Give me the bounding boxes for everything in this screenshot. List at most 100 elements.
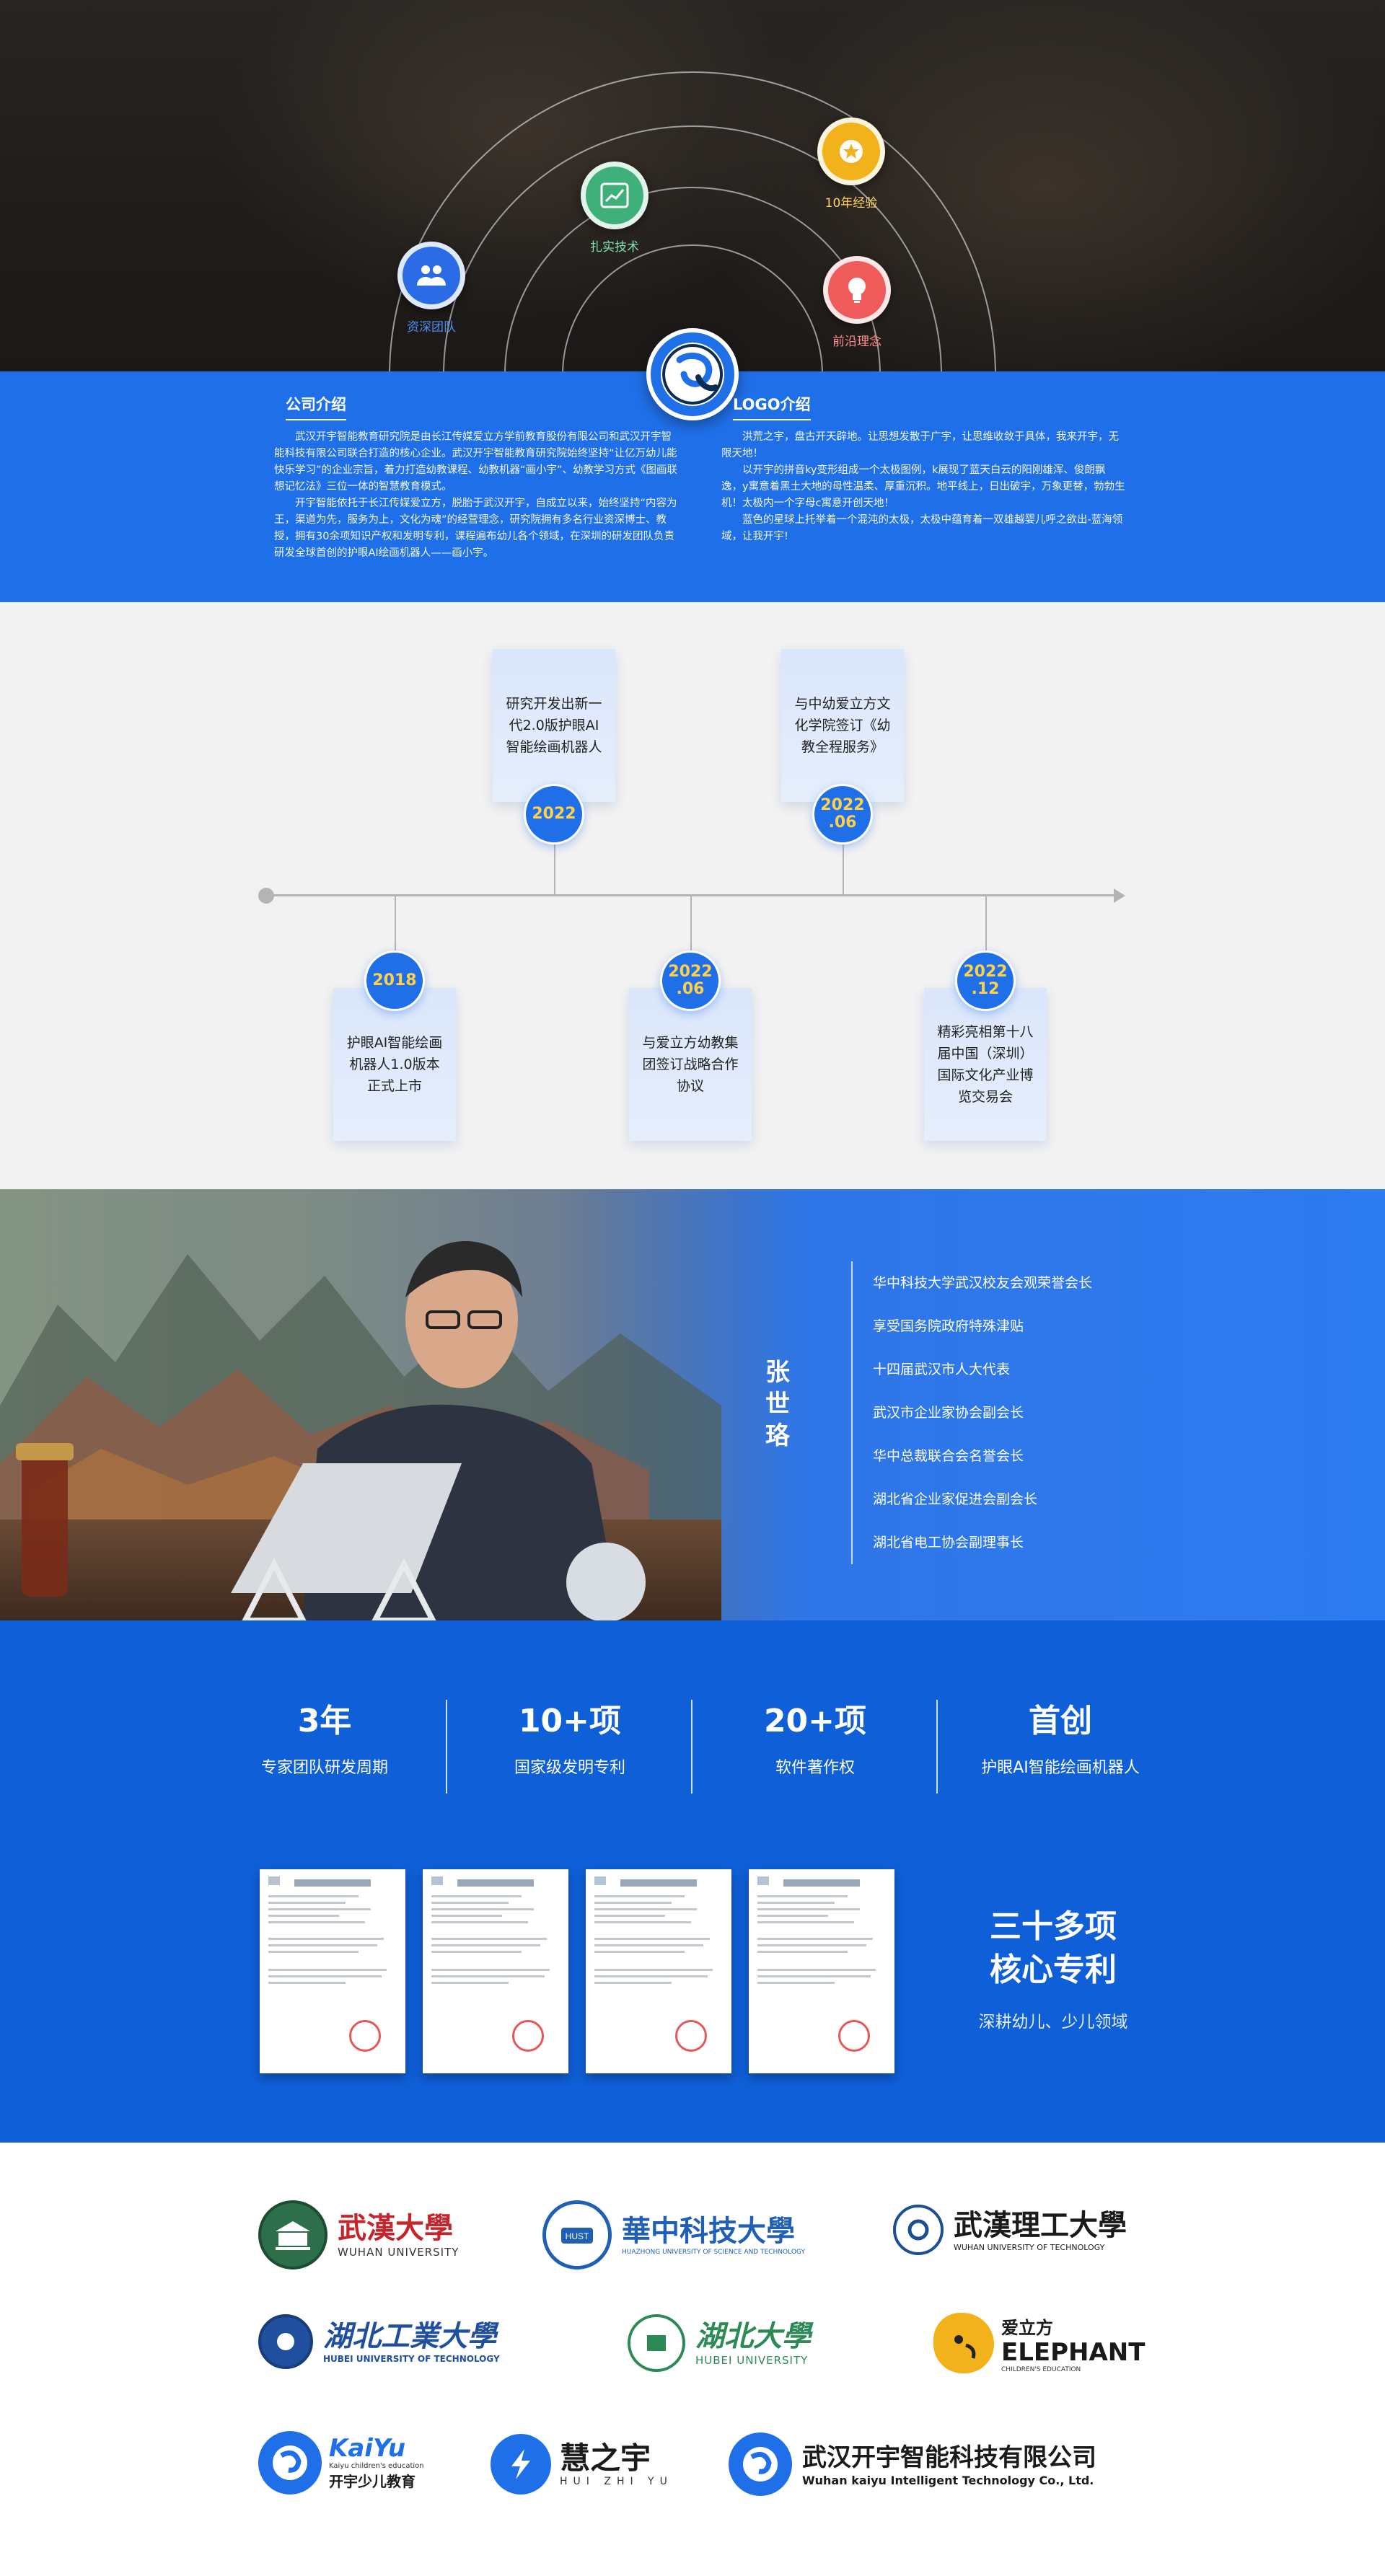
intro-section: 公司介绍 武汉开宇智能教育研究院是由长江传媒爱立方学前教育股份有限公司和武汉开宇… (0, 328, 1385, 602)
feature-team-label: 资深团队 (407, 320, 456, 335)
partner-name-en: HUAZHONG UNIVERSITY OF SCIENCE AND TECHN… (622, 2249, 805, 2256)
company-intro-title: 公司介绍 (286, 393, 346, 420)
stat-number: 10+项 (518, 1703, 622, 1739)
partner-name-en: HUBEI UNIVERSITY (695, 2354, 809, 2367)
logo-intro-p2: 以开宇的拼音ky变形组成一个太极图例，k展现了蓝天白云的阳刚雄浑、俊朗飘逸，y寓… (721, 464, 1125, 509)
logo-intro-p1: 洪荒之宇，盘古开天辟地。让思想发散于广宇，让思维收敛于具体，我来开宇，无限天地！ (721, 431, 1119, 459)
partner-name-cn: 華中科技大學 (622, 2214, 795, 2248)
timeline-arrow-icon (1114, 888, 1125, 903)
partner-logo-elephant: 爱立方 ELEPHANT CHILDREN'S EDUCATION (933, 2313, 1145, 2373)
timeline-year-suffix: .06 (676, 980, 705, 998)
founder-titles: 华中科技大学武汉校友会观荣誉会长 享受国务院政府特殊津贴 十四届武汉市人大代表 … (851, 1261, 1092, 1564)
company-intro-p2: 开宇智能依托于长江传媒爱立方，脱胎于武汉开宇，自成立以来，始终坚持“内容为王，渠… (274, 498, 677, 559)
timeline-year: 2018 (372, 971, 417, 989)
patent-headline: 三十多项 核心专利 深耕幼儿、少儿领域 (959, 1905, 1147, 2032)
stat-item: 首创 护眼AI智能绘画机器人 (938, 1693, 1183, 1794)
patent-certificate-image (586, 1869, 731, 2073)
timeline-text: 精彩亮相第十八届中国（深圳）国际文化产业博览交易会 (937, 1024, 1034, 1105)
stat-item: 20+项 软件著作权 (692, 1693, 938, 1794)
svg-text:HUST: HUST (566, 2231, 589, 2241)
whu-emblem-icon (258, 2200, 327, 2270)
partner-name-cn: KaiYu (329, 2434, 406, 2463)
stat-number: 3年 (297, 1703, 352, 1739)
timeline-text: 与爱立方幼教集团签订战略合作协议 (642, 1035, 739, 1094)
timeline-text: 研究开发出新一代2.0版护眼AI智能绘画机器人 (506, 696, 602, 755)
partner-logo-whut: 武漢理工大學 WUHAN UNIVERSITY OF TECHNOLOGY (893, 2205, 1127, 2255)
partner-name-en: WUHAN UNIVERSITY (338, 2246, 460, 2259)
partner-logo-kaiyu-edu: KaiYu Kaiyu children's education 开宇少儿教育 (258, 2431, 424, 2495)
timeline-dot-2018: 2018 (364, 950, 425, 1011)
partner-logo-whu: 武漢大學 WUHAN UNIVERSITY (258, 2200, 459, 2270)
hubu-emblem-icon (628, 2314, 685, 2372)
huizhiyu-icon (491, 2434, 551, 2495)
timeline-year-suffix: .12 (971, 980, 1000, 998)
timeline-dot-2022-06-b: 2022.06 (812, 784, 873, 844)
timeline-stem (554, 844, 555, 895)
timeline-year: 2022 (532, 805, 576, 823)
feature-team: 资深团队 (359, 242, 504, 335)
patent-subtitle: 深耕幼儿、少儿领域 (978, 2013, 1128, 2032)
partner-name-cn: 慧之宇 (560, 2440, 651, 2476)
founder-name: 张世珞 (765, 1358, 790, 1450)
founder-title-item: 华中总裁联合会名誉会长 (873, 1448, 1024, 1464)
kaiyu-tech-icon (729, 2432, 792, 2496)
timeline-card-2022: 研究开发出新一代2.0版护眼AI智能绘画机器人 (493, 649, 615, 802)
feature-experience-label: 10年经验 (825, 196, 878, 211)
stat-caption: 软件著作权 (775, 1759, 855, 1777)
red-seal-icon (512, 2020, 544, 2052)
stat-item: 3年 专家团队研发周期 (202, 1693, 447, 1794)
founder-section: 张世珞 华中科技大学武汉校友会观荣誉会长 享受国务院政府特殊津贴 十四届武汉市人… (0, 1189, 1385, 1620)
timeline-stem (395, 896, 396, 950)
partner-logo-hust: HUST 華中科技大學 HUAZHONG UNIVERSITY OF SCIEN… (542, 2200, 805, 2270)
timeline-text: 护眼AI智能绘画机器人1.0版本正式上市 (346, 1035, 443, 1094)
timeline-year: 2022 (668, 963, 713, 981)
partner-name-en2: CHILDREN'S EDUCATION (1001, 2365, 1081, 2373)
logo-intro: LOGO介绍 洪荒之宇，盘古开天辟地。让思想发散于广宇，让思维收敛于具体，我来开… (721, 393, 1125, 545)
partner-name-en: Kaiyu children's education (329, 2462, 424, 2470)
elephant-icon (933, 2313, 994, 2373)
stats-row: 3年 专家团队研发周期 10+项 国家级发明专利 20+项 软件著作权 首创 护… (202, 1693, 1183, 1794)
timeline-stem (985, 896, 987, 950)
red-seal-icon (838, 2020, 870, 2052)
partner-logo-hbut: 湖北工業大學 HUBEI UNIVERSITY OF TECHNOLOGY (258, 2314, 500, 2369)
stats-section: 3年 专家团队研发周期 10+项 国家级发明专利 20+项 软件著作权 首创 护… (0, 1620, 1385, 2143)
stat-caption: 专家团队研发周期 (260, 1759, 388, 1777)
team-icon (397, 242, 465, 309)
feature-idea: 前沿理念 (785, 256, 929, 349)
partner-name-en2: 开宇少儿教育 (329, 2473, 416, 2490)
feature-tech-label: 扎实技术 (590, 240, 639, 255)
partner-name-en: HUBEI UNIVERSITY OF TECHNOLOGY (323, 2354, 500, 2364)
stat-caption: 国家级发明专利 (514, 1759, 625, 1777)
hero-arcs (389, 71, 996, 371)
stat-caption: 护眼AI智能绘画机器人 (981, 1759, 1140, 1777)
founder-title-item: 十四届武汉市人大代表 (873, 1362, 1011, 1377)
partner-name-cn: 湖北大學 (695, 2319, 811, 2353)
founder-title-item: 华中科技大学武汉校友会观荣誉会长 (873, 1275, 1093, 1291)
patent-title-line1: 三十多项 (990, 1908, 1117, 1945)
timeline-dot-2022-12: 2022.12 (955, 950, 1016, 1011)
red-seal-icon (349, 2020, 381, 2052)
hero-banner: 资深团队 扎实技术 10年经验 前沿理念 (0, 0, 1385, 371)
company-intro-p1: 武汉开宇智能教育研究院是由长江传媒爱立方学前教育股份有限公司和武汉开宇智能科技有… (274, 431, 678, 493)
partner-logo-hubu: 湖北大學 HUBEI UNIVERSITY (628, 2314, 811, 2372)
stat-number: 首创 (1029, 1703, 1092, 1739)
company-intro: 公司介绍 武汉开宇智能教育研究院是由长江传媒爱立方学前教育股份有限公司和武汉开宇… (274, 393, 678, 562)
chart-icon (581, 162, 648, 229)
partners-section: 武漢大學 WUHAN UNIVERSITY HUST 華中科技大學 HUAZHO… (0, 2143, 1385, 2576)
patent-certificate-image (260, 1869, 405, 2073)
feature-tech: 扎实技术 (542, 162, 687, 255)
patent-title-line2: 核心专利 (990, 1951, 1117, 1988)
timeline-stem (843, 844, 844, 895)
partner-name-cn: 爱立方 (1001, 2317, 1053, 2338)
partner-name-cn: 武漢理工大學 (954, 2207, 1127, 2242)
partner-name-en: ELEPHANT (1001, 2337, 1146, 2367)
partner-name-en: Wuhan kaiyu Intelligent Technology Co., … (802, 2473, 1094, 2487)
stat-item: 10+项 国家级发明专利 (447, 1693, 692, 1794)
stat-number: 20+项 (763, 1703, 867, 1739)
partner-name-cn: 武漢大學 (338, 2211, 453, 2245)
founder-title-item: 湖北省电工协会副理事长 (873, 1535, 1024, 1551)
hbut-emblem-icon (258, 2314, 313, 2369)
founder-photo (16, 1240, 646, 1620)
feature-idea-label: 前沿理念 (832, 335, 881, 349)
red-seal-icon (675, 2020, 707, 2052)
